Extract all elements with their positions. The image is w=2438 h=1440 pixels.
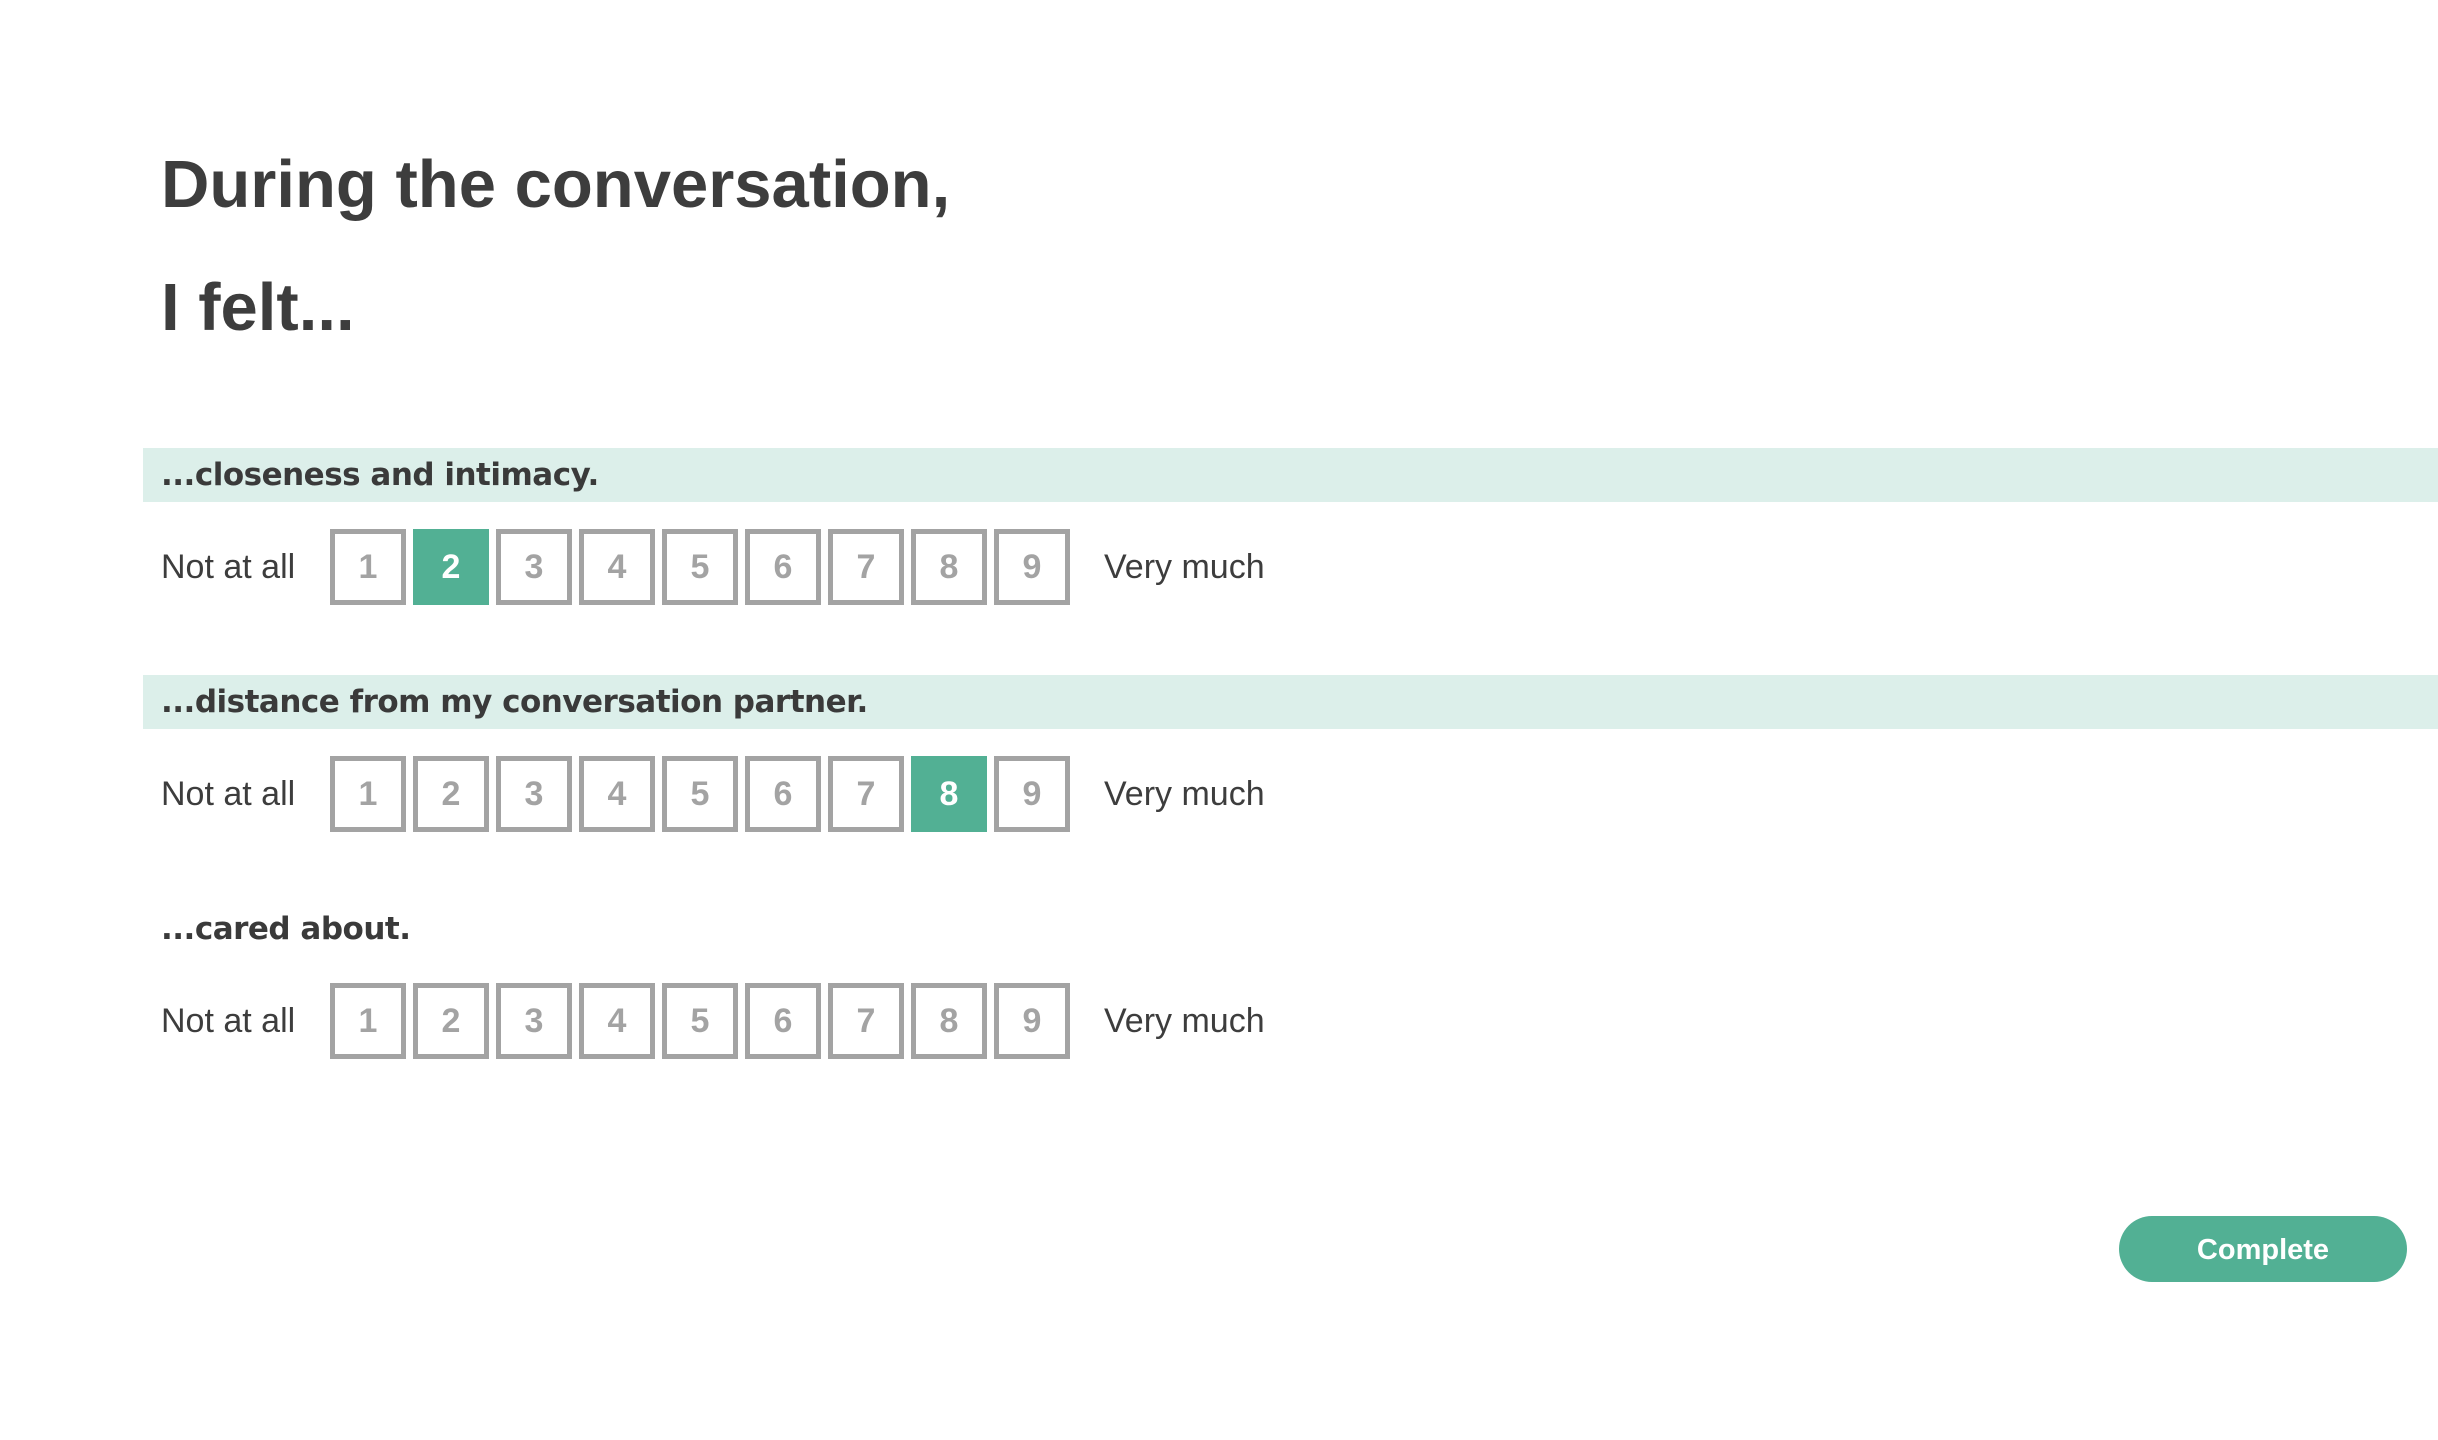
- rating-option-7[interactable]: 7: [828, 983, 904, 1059]
- page-title: During the conversation,: [161, 147, 951, 222]
- rating-option-3[interactable]: 3: [496, 756, 572, 832]
- rating-option-8[interactable]: 8: [911, 756, 987, 832]
- rating-option-7[interactable]: 7: [828, 756, 904, 832]
- question-distance: ...distance from my conversation partner…: [143, 675, 2438, 729]
- question-text: ...closeness and intimacy.: [161, 457, 599, 493]
- rating-option-4[interactable]: 4: [579, 529, 655, 605]
- rating-option-8[interactable]: 8: [911, 983, 987, 1059]
- rating-option-4[interactable]: 4: [579, 756, 655, 832]
- scale-low-label: Not at all: [161, 548, 296, 586]
- rating-scale-closeness: Not at all 1 2 3 4 5 6 7 8 9 Very much: [161, 529, 1401, 605]
- question-cared-about: ...cared about.: [143, 902, 2438, 956]
- rating-option-5[interactable]: 5: [662, 983, 738, 1059]
- rating-option-7[interactable]: 7: [828, 529, 904, 605]
- rating-option-2[interactable]: 2: [413, 756, 489, 832]
- scale-high-label: Very much: [1104, 548, 1265, 586]
- rating-option-3[interactable]: 3: [496, 529, 572, 605]
- survey-page: During the conversation, I felt... ...cl…: [0, 0, 2438, 1440]
- rating-option-1[interactable]: 1: [330, 529, 406, 605]
- rating-option-9[interactable]: 9: [994, 983, 1070, 1059]
- scale-low-label: Not at all: [161, 1002, 296, 1040]
- rating-option-2[interactable]: 2: [413, 529, 489, 605]
- rating-scale-distance: Not at all 1 2 3 4 5 6 7 8 9 Very much: [161, 756, 1401, 832]
- rating-option-1[interactable]: 1: [330, 756, 406, 832]
- rating-option-6[interactable]: 6: [745, 529, 821, 605]
- page-subtitle: I felt...: [161, 270, 355, 345]
- rating-option-5[interactable]: 5: [662, 529, 738, 605]
- scale-low-label: Not at all: [161, 775, 296, 813]
- question-text: ...cared about.: [161, 911, 411, 947]
- rating-option-6[interactable]: 6: [745, 756, 821, 832]
- rating-option-5[interactable]: 5: [662, 756, 738, 832]
- scale-high-label: Very much: [1104, 775, 1265, 813]
- rating-option-4[interactable]: 4: [579, 983, 655, 1059]
- rating-option-8[interactable]: 8: [911, 529, 987, 605]
- scale-high-label: Very much: [1104, 1002, 1265, 1040]
- rating-scale-cared-about: Not at all 1 2 3 4 5 6 7 8 9 Very much: [161, 983, 1401, 1059]
- rating-option-6[interactable]: 6: [745, 983, 821, 1059]
- question-text: ...distance from my conversation partner…: [161, 684, 868, 720]
- complete-button[interactable]: Complete: [2119, 1216, 2407, 1282]
- rating-option-9[interactable]: 9: [994, 756, 1070, 832]
- rating-option-2[interactable]: 2: [413, 983, 489, 1059]
- question-closeness: ...closeness and intimacy.: [143, 448, 2438, 502]
- rating-option-3[interactable]: 3: [496, 983, 572, 1059]
- rating-option-1[interactable]: 1: [330, 983, 406, 1059]
- rating-option-9[interactable]: 9: [994, 529, 1070, 605]
